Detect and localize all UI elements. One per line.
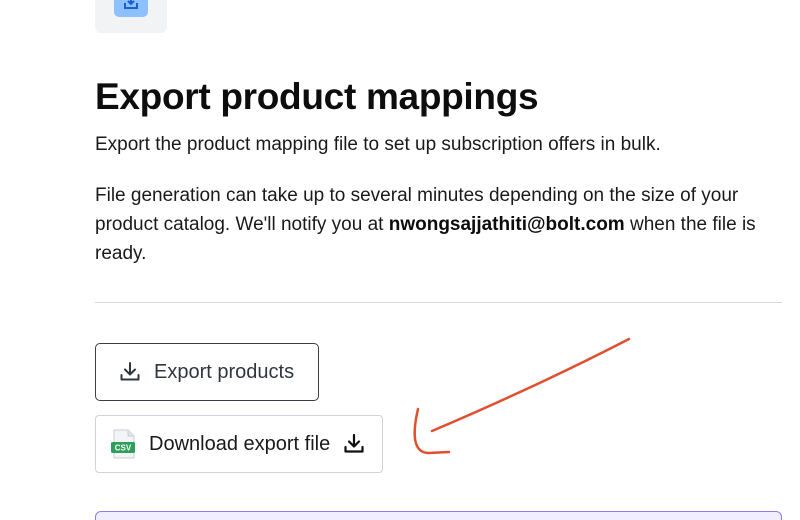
download-icon xyxy=(118,360,142,384)
csv-badge-text: CSV xyxy=(115,444,132,453)
notify-email: nwongsajjathiti@bolt.com xyxy=(388,214,625,235)
export-products-label: Export products xyxy=(154,360,295,383)
page-title: Export product mappings xyxy=(95,76,539,117)
download-icon xyxy=(342,432,366,456)
notice-text: File generation can take up to several m… xyxy=(95,181,775,268)
csv-file-icon: CSV xyxy=(111,429,137,459)
info-banner xyxy=(95,511,782,520)
page-subtitle: Export the product mapping file to set u… xyxy=(95,134,661,155)
download-export-file-label: Download export file xyxy=(149,432,331,455)
section-divider xyxy=(95,302,782,303)
export-page: Export product mappings Export the produ… xyxy=(0,0,800,520)
download-export-file-button[interactable]: CSV Download export file xyxy=(95,415,383,473)
download-box-icon xyxy=(95,0,167,33)
export-products-button[interactable]: Export products xyxy=(95,343,319,401)
